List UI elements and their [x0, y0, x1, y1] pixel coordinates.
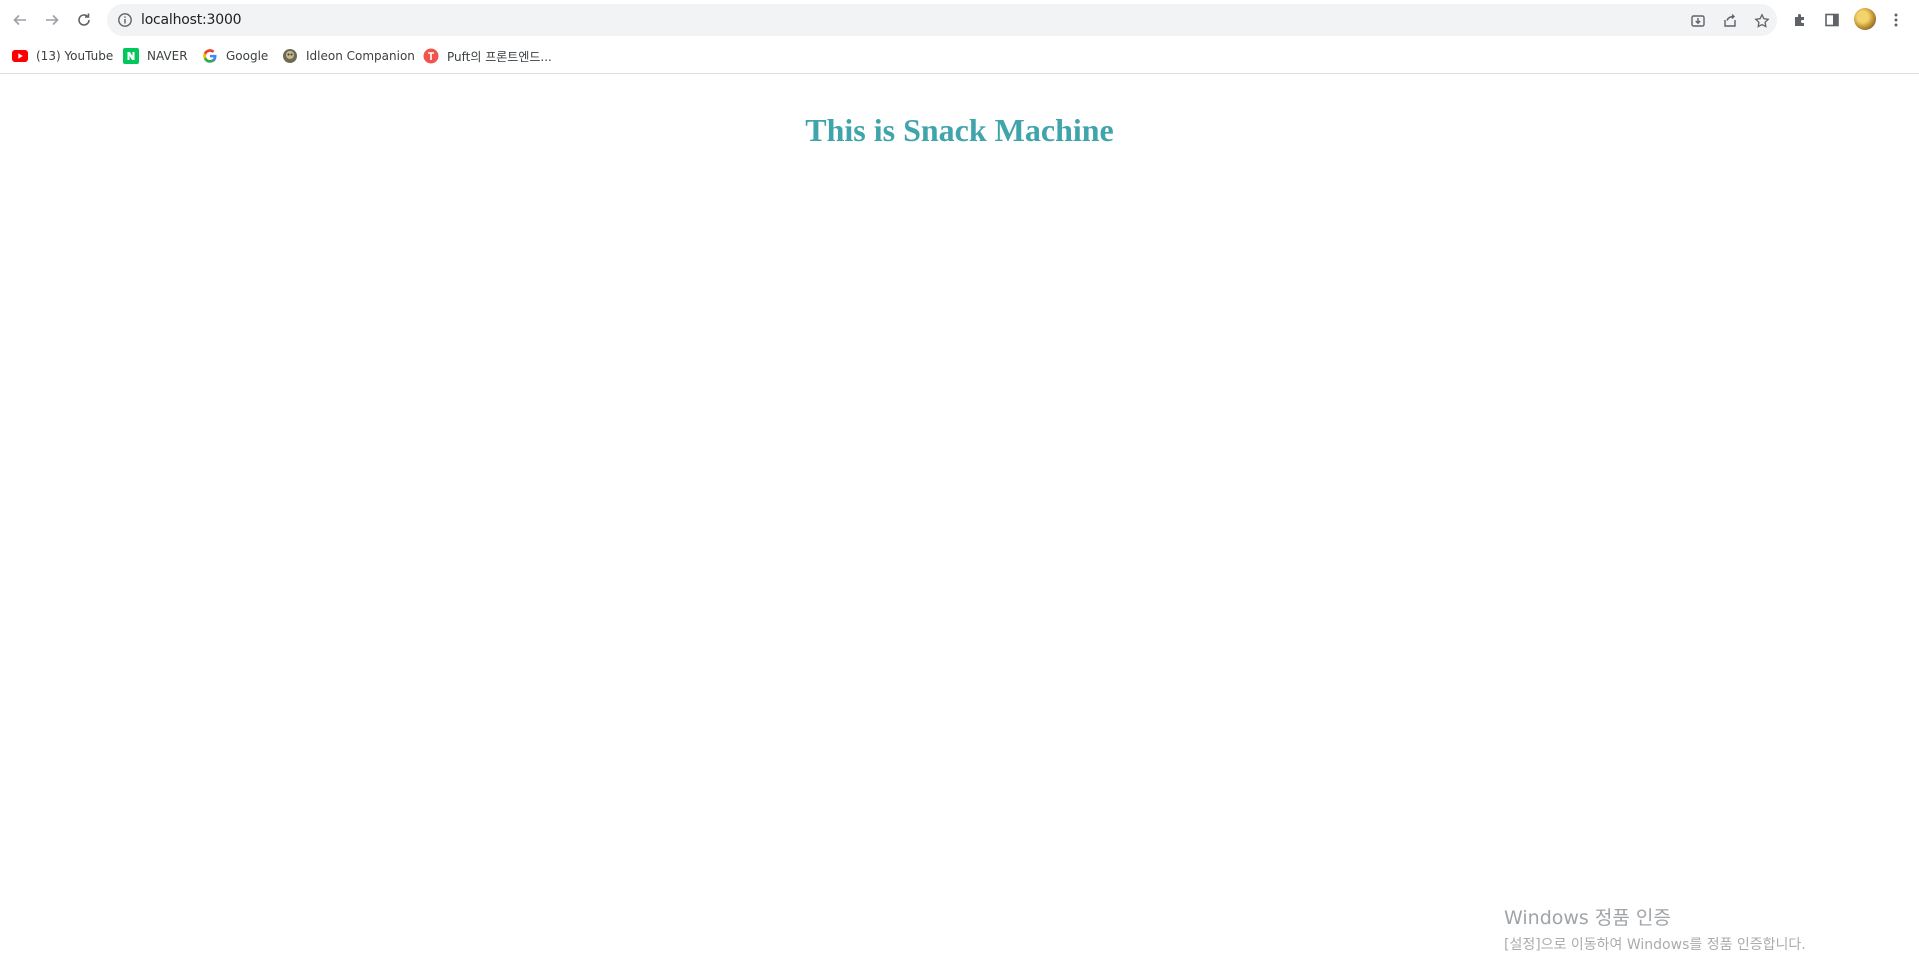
profile-avatar[interactable]	[1854, 8, 1876, 30]
reload-icon	[78, 13, 90, 26]
bookmarks-bar: (13) YouTube NAVER Google Idleon Compani…	[0, 40, 1919, 74]
youtube-icon	[12, 48, 28, 64]
windows-activation-watermark: Windows 정품 인증 [설정]으로 이동하여 Windows를 정품 인증…	[1504, 903, 1806, 954]
browser-toolbar: localhost:3000	[0, 0, 1919, 40]
bookmark-label: Idleon Companion	[306, 49, 415, 63]
arrow-right-icon	[46, 14, 59, 26]
watermark-subtitle: [설정]으로 이동하여 Windows를 정품 인증합니다.	[1504, 937, 1806, 953]
bookmark-label: Google	[226, 49, 269, 63]
puft-icon	[423, 48, 439, 64]
bookmark-label: (13) YouTube	[36, 49, 114, 63]
side-panel-button[interactable]	[1820, 8, 1844, 32]
extensions-button[interactable]	[1788, 8, 1812, 32]
bookmark-label: NAVER	[147, 49, 188, 63]
page-title: This is Snack Machine	[805, 112, 1114, 148]
bookmark-google[interactable]: Google	[202, 46, 268, 66]
arrow-left-icon	[13, 14, 26, 26]
reload-button[interactable]	[70, 6, 98, 34]
bookmark-youtube[interactable]: (13) YouTube	[12, 46, 113, 66]
address-bar[interactable]: localhost:3000	[107, 4, 1777, 36]
bookmark-label: Puft의 프론트엔드...	[447, 49, 552, 64]
bookmark-star-icon[interactable]	[1751, 10, 1773, 32]
google-icon	[202, 48, 218, 64]
back-button[interactable]	[6, 6, 34, 34]
more-vert-icon	[1894, 13, 1898, 27]
watermark-title: Windows 정품 인증	[1504, 907, 1671, 929]
idleon-icon	[282, 48, 298, 64]
url-text[interactable]: localhost:3000	[141, 12, 242, 28]
bookmark-naver[interactable]: NAVER	[123, 46, 188, 66]
puzzle-icon	[1795, 14, 1804, 26]
forward-button[interactable]	[38, 6, 66, 34]
naver-icon	[123, 48, 139, 64]
bookmark-idleon[interactable]: Idleon Companion	[282, 46, 415, 66]
bookmark-puft[interactable]: Puft의 프론트엔드...	[423, 46, 552, 66]
side-panel-icon	[1825, 13, 1839, 27]
install-app-icon[interactable]	[1687, 10, 1709, 32]
menu-button[interactable]	[1884, 8, 1908, 32]
info-icon[interactable]	[117, 12, 133, 33]
share-icon[interactable]	[1719, 10, 1741, 32]
